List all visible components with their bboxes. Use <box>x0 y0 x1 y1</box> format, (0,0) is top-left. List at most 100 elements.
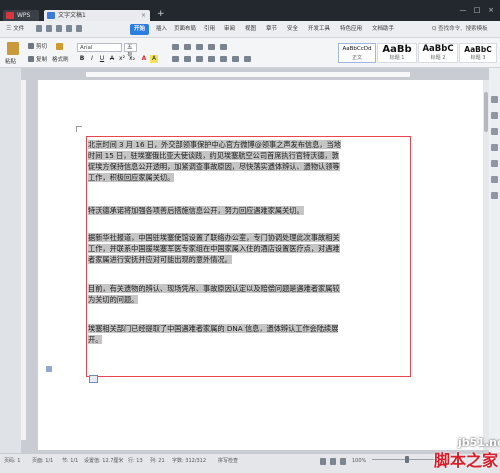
style-sample: AaBbC <box>422 44 454 54</box>
menu-chapter[interactable]: 章节 <box>266 24 277 35</box>
style-label: 标题 1 <box>389 55 405 61</box>
status-page-number: 页码: 1 <box>4 458 21 464</box>
left-panel <box>0 68 21 453</box>
style-sample: AaBbC <box>464 45 492 54</box>
menu-view[interactable]: 视图 <box>245 24 256 35</box>
brush-icon[interactable] <box>56 43 63 50</box>
menu-features[interactable]: 特色应用 <box>340 24 362 35</box>
minimize-icon[interactable]: — <box>458 5 468 15</box>
font-size-select[interactable]: 五号 <box>124 43 137 59</box>
shading-icon[interactable] <box>232 56 239 62</box>
preview-icon[interactable] <box>56 25 62 32</box>
redo-icon[interactable] <box>76 25 82 32</box>
status-word-count[interactable]: 字数: 312/312 <box>172 458 206 465</box>
style-normal[interactable]: AaBbCcDd 正文 <box>338 43 376 63</box>
underline-button[interactable]: U <box>98 55 106 63</box>
decrease-indent-icon[interactable] <box>196 44 203 50</box>
tab-document[interactable]: 文字文稿1 × <box>44 10 150 21</box>
close-window-icon[interactable]: × <box>486 5 496 15</box>
paragraph-mark-icon[interactable] <box>46 366 52 372</box>
undo-icon[interactable] <box>66 25 72 32</box>
tab-wps[interactable]: WPS <box>3 10 39 21</box>
paste-clipboard-icon[interactable] <box>7 42 19 55</box>
align-right-icon[interactable] <box>196 56 203 62</box>
cut-button[interactable]: 剪切 <box>36 42 47 50</box>
status-bar: 页码: 1 页面: 1/1 节: 1/1 设置值: 12.7厘米 行: 13 列… <box>0 453 500 473</box>
menu-page-layout[interactable]: 页面布局 <box>174 24 196 35</box>
highlight-button[interactable]: A <box>150 55 158 63</box>
align-left-icon[interactable] <box>172 56 179 62</box>
maximize-icon[interactable]: □ <box>472 5 482 15</box>
sidebar-shape-icon[interactable] <box>491 128 498 135</box>
menu-review[interactable]: 审阅 <box>224 24 235 35</box>
wps-logo-icon <box>6 12 14 19</box>
sort-icon[interactable] <box>220 44 227 50</box>
style-sample: AaBb <box>382 44 412 55</box>
strikethrough-button[interactable]: A <box>108 55 116 63</box>
bullet-list-icon[interactable] <box>172 44 179 50</box>
format-painter-button[interactable]: 格式刷 <box>52 55 69 63</box>
status-setting: 设置值: 12.7厘米 <box>84 458 124 464</box>
sidebar-help-icon[interactable] <box>491 192 498 199</box>
sidebar-share-icon[interactable] <box>491 176 498 183</box>
sidebar-backup-icon[interactable] <box>491 144 498 151</box>
tab-label: WPS <box>17 12 31 19</box>
spell-check-button[interactable]: 拼写检查 <box>218 458 238 465</box>
close-tab-icon[interactable]: × <box>141 10 146 21</box>
subscript-button[interactable]: x₂ <box>128 55 136 63</box>
style-label: 标题 3 <box>470 55 486 61</box>
sidebar-select-icon[interactable] <box>491 112 498 119</box>
menu-developer[interactable]: 开发工具 <box>308 24 330 35</box>
line-spacing-icon[interactable] <box>220 56 227 62</box>
status-column: 列: 21 <box>150 458 165 464</box>
scrollbar-thumb[interactable] <box>484 92 488 132</box>
menu-doc-assistant[interactable]: 文档助手 <box>372 24 394 35</box>
scissors-icon[interactable] <box>28 43 34 49</box>
numbered-list-icon[interactable] <box>184 44 191 50</box>
align-center-icon[interactable] <box>184 56 191 62</box>
border-icon[interactable] <box>244 56 251 62</box>
selection-highlight-box <box>86 136 411 377</box>
paste-button[interactable]: 粘贴 <box>5 57 16 65</box>
paste-options-icon[interactable] <box>89 375 98 383</box>
style-heading-1[interactable]: AaBb 标题 1 <box>377 43 417 63</box>
copy-button[interactable]: 复制 <box>36 55 47 63</box>
horizontal-ruler[interactable] <box>86 72 410 78</box>
menu-bar: 三 文件 开始 插入 页面布局 引用 审阅 视图 章节 安全 开发工具 特色应用… <box>0 21 500 38</box>
style-heading-2[interactable]: AaBbC 标题 2 <box>418 43 458 63</box>
command-search[interactable]: Q 查找命令、搜索模板 <box>432 24 488 35</box>
status-pages: 页面: 1/1 <box>32 458 54 464</box>
menu-file[interactable]: 三 文件 <box>6 24 24 35</box>
save-icon[interactable] <box>36 25 42 32</box>
superscript-button[interactable]: x² <box>118 55 126 63</box>
menu-references[interactable]: 引用 <box>204 24 215 35</box>
right-sidebar <box>489 68 500 453</box>
menu-security[interactable]: 安全 <box>287 24 298 35</box>
print-icon[interactable] <box>46 25 52 32</box>
italic-button[interactable]: I <box>88 55 96 63</box>
sidebar-tools-icon[interactable] <box>491 160 498 167</box>
margin-corner-mark <box>76 126 82 132</box>
justify-icon[interactable] <box>208 56 215 62</box>
bold-button[interactable]: B <box>78 55 86 63</box>
status-row: 行: 13 <box>128 458 143 464</box>
font-color-button[interactable]: A <box>140 55 148 63</box>
style-heading-3[interactable]: AaBbC 标题 3 <box>459 43 497 63</box>
copy-icon[interactable] <box>28 56 34 62</box>
zoom-slider-handle[interactable] <box>405 456 409 463</box>
sidebar-style-icon[interactable] <box>491 96 498 103</box>
menu-insert[interactable]: 插入 <box>156 24 167 35</box>
vertical-ruler[interactable] <box>21 80 26 440</box>
view-page-icon[interactable] <box>320 458 326 465</box>
tab-label: 文字文稿1 <box>58 12 86 19</box>
view-web-icon[interactable] <box>330 458 336 465</box>
style-label: 标题 2 <box>430 55 446 61</box>
menu-home[interactable]: 开始 <box>130 24 150 35</box>
zoom-level: 100% <box>352 458 367 464</box>
new-tab-button[interactable]: + <box>157 9 165 19</box>
view-outline-icon[interactable] <box>340 458 346 465</box>
watermark-name: 脚本之家 <box>434 451 499 470</box>
document-icon <box>47 12 55 19</box>
increase-indent-icon[interactable] <box>208 44 215 50</box>
font-family-select[interactable]: Arial <box>77 43 122 52</box>
